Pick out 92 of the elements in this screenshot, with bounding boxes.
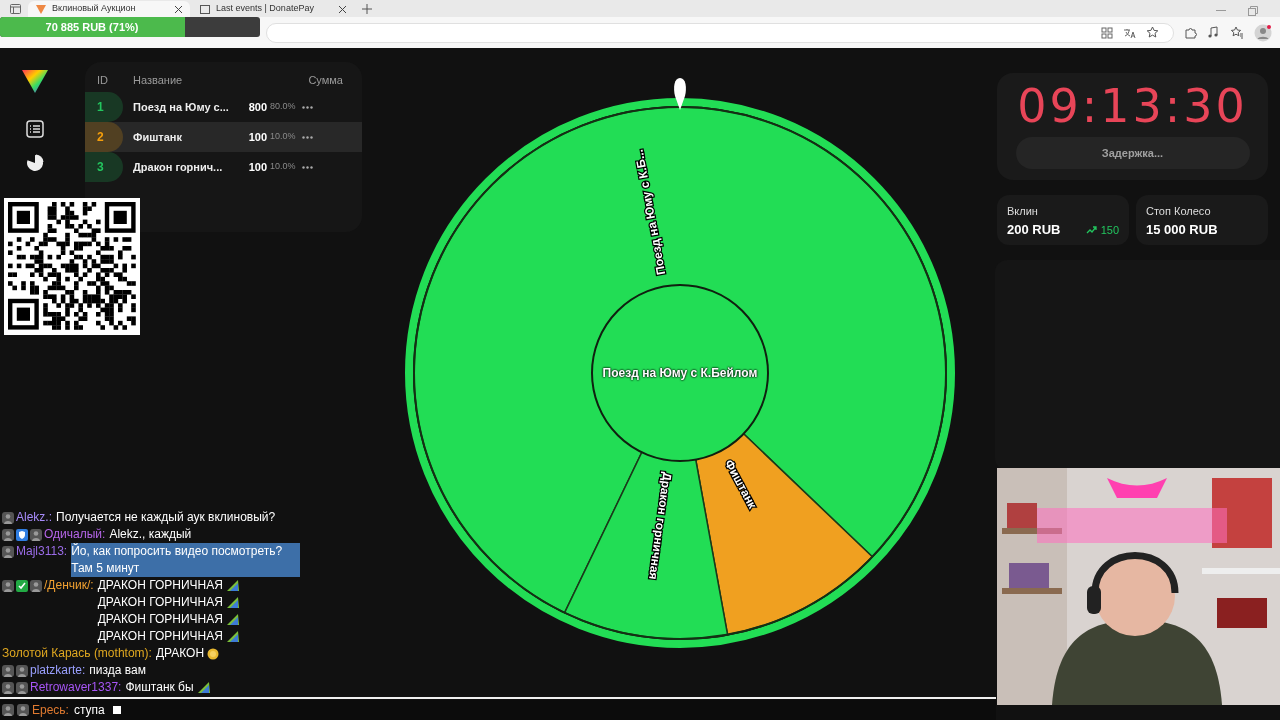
avatar-icon (16, 664, 28, 677)
chat-username[interactable]: Majl3113: (16, 543, 68, 560)
avatar-icon (2, 704, 14, 716)
wheel-pointer (674, 78, 686, 110)
trend-up-icon (1085, 225, 1098, 234)
chat-message-text: Йо, как попросить видео посмотреть? Там 5 минут (71, 543, 300, 577)
chat-message-text: ДРАКОН (155, 645, 205, 662)
item-name: Поезд на Юму с... (133, 99, 230, 115)
item-name: Фиштанк (133, 129, 183, 145)
table-row[interactable]: 2 Фиштанк 100 10.0% (85, 122, 362, 152)
chat-message-text: ДРАКОН ГОРНИЧНАЯ (97, 577, 223, 594)
tab-actions-icon[interactable] (9, 4, 21, 14)
chat-username[interactable]: Золотой Карась (mothtom): (2, 645, 152, 662)
column-header: Название (133, 72, 184, 88)
chat-username: Ересь: (32, 702, 69, 719)
chat-message-text: ДРАКОН ГОРНИЧНАЯ (97, 594, 223, 611)
browser-tab[interactable]: Last events | DonatePay (192, 1, 354, 17)
item-percent: 10.0% (270, 130, 297, 144)
stat-label: Стоп Колесо (1146, 204, 1212, 218)
browser-tab[interactable]: Вклиновый Аукцион (28, 1, 190, 17)
logo-icon[interactable] (21, 68, 49, 94)
emote-icon (196, 681, 211, 694)
chat-username[interactable]: Alekz.: (16, 509, 52, 526)
chat-message-text: Получается не каждый аук вклиновый? (56, 509, 276, 526)
avatar-icon (2, 579, 14, 592)
center-label: Поезд на Юму с К.Бейлом (601, 364, 759, 382)
chat-message-text: ДРАКОН ГОРНИЧНАЯ (97, 628, 223, 645)
item-amount: 800 (247, 99, 267, 115)
slice-label: Дракон горничная (645, 471, 675, 581)
chat-message-text: ДРАКОН ГОРНИЧНАЯ (97, 611, 223, 628)
emote-icon (225, 596, 240, 609)
avatar-icon (2, 664, 14, 677)
address-field[interactable] (266, 22, 1174, 43)
shield-icon (16, 528, 28, 541)
check-icon (16, 579, 28, 592)
chat-message-text: Фиштанк бы (125, 679, 194, 696)
item-id: 1 (97, 99, 104, 116)
timer: 09:13:30 (1017, 78, 1248, 135)
avatar-icon (16, 681, 28, 694)
text-cursor (112, 706, 121, 714)
emote-icon (225, 613, 240, 626)
chat-input-text: ступа (73, 702, 105, 719)
stat-label: Вклин (1007, 204, 1039, 218)
logo-icon (36, 4, 46, 14)
page-icon (200, 4, 210, 14)
avatar-icon (30, 579, 42, 592)
avatar-icon (2, 681, 14, 694)
item-amount: 100 (247, 129, 267, 145)
star-icon[interactable] (1146, 26, 1159, 39)
more-icon[interactable] (302, 105, 313, 109)
close-icon[interactable] (339, 5, 346, 13)
delay-button[interactable]: Задержка... (1015, 137, 1250, 169)
avatar-icon (2, 511, 14, 524)
apps-icon[interactable] (1101, 26, 1113, 39)
avatar-icon (30, 528, 42, 541)
avatar-icon (2, 528, 14, 541)
favorites-icon[interactable] (1230, 26, 1244, 39)
goal-progress-text: 70 885 RUB (71%) (44, 19, 140, 35)
music-icon[interactable] (1207, 26, 1220, 39)
avatar-icon (2, 545, 14, 558)
chat-message-text: Alekz., каждый (109, 526, 192, 543)
avatar-icon (17, 704, 29, 716)
chat-message-text: пизда вам (89, 662, 146, 679)
item-id: 3 (97, 159, 104, 176)
chat-username[interactable]: Одичалый: (44, 526, 106, 543)
pie-chart-icon[interactable] (26, 154, 44, 172)
chat-username[interactable]: platzkarte: (30, 662, 86, 679)
stat-value: 200 RUB (1007, 221, 1061, 239)
item-amount: 100 (247, 159, 267, 175)
chat-username[interactable]: /Денчик/: (44, 577, 94, 594)
extensions-icon[interactable] (1184, 26, 1197, 39)
translate-icon[interactable] (1123, 26, 1136, 39)
column-header: ID (96, 72, 109, 88)
coin-icon (207, 647, 220, 660)
item-id: 2 (97, 129, 104, 146)
chat-input-bar[interactable]: Ересь: ступа (0, 700, 996, 720)
profile-icon[interactable] (1254, 23, 1272, 42)
new-tab-icon[interactable] (362, 4, 372, 14)
slice-label: Поезд на Юму с К.Б... (631, 148, 669, 276)
column-header: Сумма (307, 72, 343, 88)
more-icon[interactable] (302, 135, 313, 139)
chat-username[interactable]: Retrowaver1337: (30, 679, 122, 696)
trend-value: 150 (1100, 222, 1119, 238)
close-icon[interactable] (175, 5, 182, 13)
more-icon[interactable] (302, 165, 313, 169)
item-percent: 80.0% (270, 100, 297, 114)
item-percent: 10.0% (270, 160, 297, 174)
stat-value: 15 000 RUB (1146, 221, 1218, 239)
item-name: Дракон горнич... (133, 159, 224, 175)
emote-icon (225, 579, 240, 592)
emote-icon (225, 630, 240, 643)
list-icon[interactable] (26, 120, 44, 138)
